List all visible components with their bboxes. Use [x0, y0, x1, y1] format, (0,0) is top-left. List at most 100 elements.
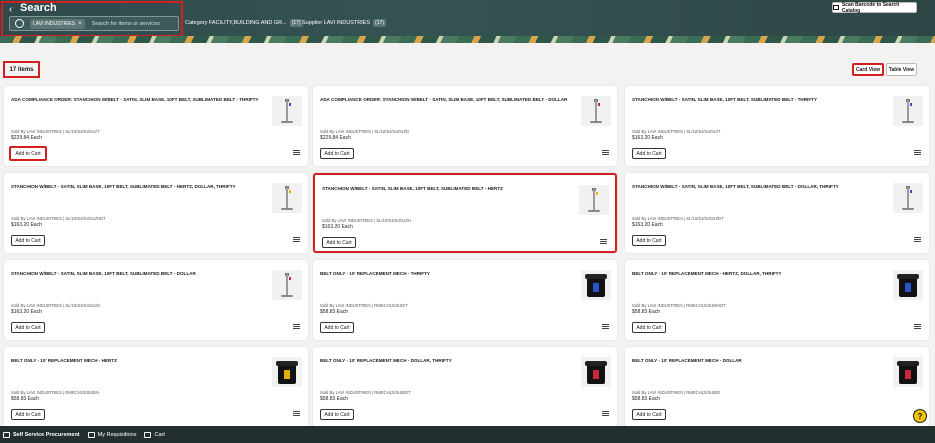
product-price: $163.20 Each — [632, 135, 663, 141]
product-card[interactable]: BELT ONLY - 10' REPLACEMENT MECH - THRIF… — [313, 260, 617, 340]
product-card[interactable]: BELT ONLY - 10' REPLACEMENT MECH - DOLLA… — [313, 347, 617, 427]
procurement-icon — [3, 431, 10, 438]
product-image — [893, 183, 923, 213]
product-image — [272, 270, 302, 300]
product-title[interactable]: BELT ONLY - 10' REPLACEMENT MECH - HERTZ — [11, 358, 261, 364]
add-to-list-icon[interactable] — [293, 150, 300, 155]
card-view-button[interactable]: Card View — [852, 63, 884, 76]
add-to-cart-button[interactable]: Add to Cart — [322, 237, 356, 248]
add-to-list-icon[interactable] — [914, 150, 921, 155]
product-price: $163.20 Each — [322, 224, 353, 230]
add-to-cart-button[interactable]: Add to Cart — [320, 409, 354, 420]
product-supplier: Sold By LAVI INDUSTRIES | RMECH10/SUB/H — [11, 390, 100, 395]
nav-self-service-label: Self Service Procurement — [13, 431, 80, 438]
add-to-list-icon[interactable] — [293, 237, 300, 242]
product-supplier: Sold By LAVI INDUSTRIES | SL/10/S4/S4/SU… — [322, 218, 411, 223]
product-title[interactable]: STANCHION W/BELT - SATIN, SLIM BASE, 10F… — [322, 186, 572, 192]
product-image — [272, 96, 302, 126]
product-supplier: Sold By LAVI INDUSTRIES | SL/10/S4/S4/SU… — [11, 216, 106, 221]
supplier-filter[interactable]: Supplier LAVI INDUSTRIES (17) — [302, 19, 386, 27]
product-card[interactable]: BELT ONLY - 10' REPLACEMENT MECH - DOLLA… — [625, 347, 929, 427]
product-image — [272, 357, 302, 387]
product-price: $229.84 Each — [11, 135, 42, 141]
add-to-cart-button[interactable]: Add to Cart — [320, 322, 354, 333]
add-to-list-icon[interactable] — [293, 324, 300, 329]
product-image — [893, 96, 923, 126]
product-card[interactable]: ADA COMPLIANCE ORDER: STANCHION W/BELT -… — [313, 86, 617, 166]
add-to-list-icon[interactable] — [914, 237, 921, 242]
nav-cart-label: Cart — [154, 431, 165, 438]
product-image — [579, 185, 609, 215]
product-price: $58.83 Each — [632, 309, 661, 315]
product-supplier: Sold By LAVI INDUSTRIES | SL/10/S4/S4/SU… — [11, 129, 100, 134]
add-to-cart-button[interactable]: Add to Cart — [11, 235, 45, 246]
product-supplier: Sold By LAVI INDUSTRIES | RMECH10/SUB/DT — [320, 390, 411, 395]
nav-my-requisitions[interactable]: My Requisitions — [87, 431, 136, 438]
add-to-list-icon[interactable] — [602, 324, 609, 329]
product-supplier: Sold By LAVI INDUSTRIES | RMECH10/SUB/T — [320, 303, 408, 308]
category-filter[interactable]: Category FACILITY,BUILDING AND GR... (17… — [185, 19, 303, 27]
add-to-cart-button[interactable]: Add to Cart — [632, 235, 666, 246]
product-price: $163.20 Each — [11, 309, 42, 315]
product-card[interactable]: BELT ONLY - 10' REPLACEMENT MECH - HERTZ… — [625, 260, 929, 340]
add-to-list-icon[interactable] — [602, 150, 609, 155]
product-title[interactable]: STANCHION W/BELT - SATIN, SLIM BASE, 10F… — [632, 97, 882, 103]
scan-barcode-label: Scan Barcode to Search Catalog — [841, 1, 900, 14]
help-button[interactable]: ? — [913, 409, 927, 423]
nav-self-service[interactable]: Self Service Procurement — [3, 431, 80, 438]
category-filter-label: Category FACILITY,BUILDING AND GR... — [185, 20, 287, 26]
add-to-cart-button[interactable]: Add to Cart — [632, 148, 666, 159]
product-price: $229.84 Each — [320, 135, 351, 141]
product-supplier: Sold By LAVI INDUSTRIES | SL/10/S4/S4/SU… — [320, 129, 409, 134]
nav-cart[interactable]: Cart — [144, 431, 165, 438]
category-filter-count: (17) — [289, 19, 303, 27]
product-supplier: Sold By LAVI INDUSTRIES | RMECH10/SUB/D — [632, 390, 721, 395]
scan-barcode-button[interactable]: Scan Barcode to Search Catalog — [832, 1, 917, 14]
add-to-cart-button[interactable]: Add to Cart — [632, 322, 666, 333]
product-price: $163.20 Each — [11, 222, 42, 228]
product-title[interactable]: ADA COMPLIANCE ORDER: STANCHION W/BELT -… — [320, 97, 570, 103]
product-title[interactable]: BELT ONLY - 10' REPLACEMENT MECH - THRIF… — [320, 271, 570, 277]
supplier-filter-count: (17) — [373, 19, 386, 27]
product-card[interactable]: STANCHION W/BELT - SATIN, SLIM BASE, 10F… — [625, 86, 929, 166]
product-supplier: Sold By LAVI INDUSTRIES | SL/10/S4/S4/SU… — [11, 303, 100, 308]
product-card[interactable]: STANCHION W/BELT - SATIN, SLIM BASE, 10F… — [4, 260, 308, 340]
product-price: $58.83 Each — [11, 396, 40, 402]
add-to-list-icon[interactable] — [600, 239, 607, 244]
add-to-cart-button[interactable]: Add to Cart — [9, 146, 47, 161]
product-card[interactable]: ADA COMPLIANCE ORDER: STANCHION W/BELT -… — [4, 86, 308, 166]
add-to-list-icon[interactable] — [293, 411, 300, 416]
product-title[interactable]: STANCHION W/BELT - SATIN, SLIM BASE, 10F… — [11, 184, 261, 190]
product-image — [581, 270, 611, 300]
table-view-button[interactable]: Table View — [886, 63, 917, 76]
product-title[interactable]: BELT ONLY - 10' REPLACEMENT MECH - HERTZ… — [632, 271, 882, 277]
product-title[interactable]: BELT ONLY - 10' REPLACEMENT MECH - DOLLA… — [320, 358, 570, 364]
supplier-filter-label: Supplier LAVI INDUSTRIES — [302, 20, 371, 26]
add-to-cart-button[interactable]: Add to Cart — [11, 322, 45, 333]
footer-nav: Self Service Procurement My Requisitions… — [0, 426, 935, 443]
product-price: $58.83 Each — [320, 309, 349, 315]
cart-icon — [144, 431, 152, 438]
product-price: $58.83 Each — [320, 396, 349, 402]
barcode-icon — [833, 5, 839, 10]
product-card[interactable]: STANCHION W/BELT - SATIN, SLIM BASE, 10F… — [313, 173, 617, 253]
add-to-cart-button[interactable]: Add to Cart — [11, 409, 45, 420]
product-image — [893, 357, 923, 387]
decorative-banner — [0, 36, 935, 43]
add-to-list-icon[interactable] — [602, 411, 609, 416]
product-price: $163.20 Each — [632, 222, 663, 228]
product-price: $58.83 Each — [632, 396, 661, 402]
requisitions-icon — [87, 431, 95, 438]
add-to-cart-button[interactable]: Add to Cart — [320, 148, 354, 159]
product-supplier: Sold By LAVI INDUSTRIES | SL/10/S4/S4/SU… — [632, 129, 721, 134]
product-title[interactable]: STANCHION W/BELT - SATIN, SLIM BASE, 10F… — [632, 184, 882, 190]
add-to-cart-button[interactable]: Add to Cart — [632, 409, 666, 420]
product-card[interactable]: STANCHION W/BELT - SATIN, SLIM BASE, 10F… — [625, 173, 929, 253]
product-title[interactable]: STANCHION W/BELT - SATIN, SLIM BASE, 10F… — [11, 271, 261, 277]
add-to-list-icon[interactable] — [914, 324, 921, 329]
product-title[interactable]: ADA COMPLIANCE ORDER: STANCHION W/BELT -… — [11, 97, 261, 103]
product-card[interactable]: STANCHION W/BELT - SATIN, SLIM BASE, 10F… — [4, 173, 308, 253]
product-title[interactable]: BELT ONLY - 10' REPLACEMENT MECH - DOLLA… — [632, 358, 882, 364]
product-card[interactable]: BELT ONLY - 10' REPLACEMENT MECH - HERTZ… — [4, 347, 308, 427]
product-supplier: Sold By LAVI INDUSTRIES | RMECH10/SUB/HD… — [632, 303, 726, 308]
